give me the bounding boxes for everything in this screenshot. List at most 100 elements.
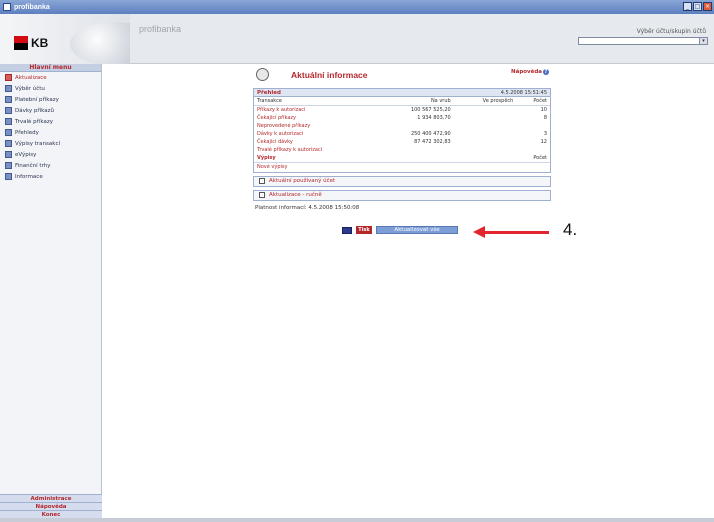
count-value: 3 bbox=[543, 130, 547, 137]
app-header: KB profibanka Výběr účtu/skupin účtů ▾ bbox=[0, 14, 714, 64]
count-value: 12 bbox=[540, 138, 547, 145]
count-value bbox=[516, 146, 550, 154]
sidebar-item-administrace[interactable]: Administrace bbox=[0, 494, 102, 502]
sidebar-item-aktualizace[interactable]: Aktualizace bbox=[0, 72, 101, 83]
sidebar-bottom-menu: Administrace Nápověda Konec bbox=[0, 494, 102, 518]
logo-swoosh bbox=[70, 22, 130, 64]
print-button[interactable]: Tisk bbox=[356, 226, 372, 234]
new-statements-link[interactable]: Nové výpisy bbox=[254, 163, 550, 172]
manual-refresh-checkbox[interactable] bbox=[259, 192, 265, 198]
sidebar-item-label: Výběr účtu bbox=[15, 85, 45, 92]
sidebar-item-trvale-prikazy[interactable]: Trvalé příkazy bbox=[0, 116, 101, 127]
transaction-link[interactable]: Čekající příkazy bbox=[254, 114, 376, 122]
overview-title: Přehled bbox=[257, 89, 281, 96]
debit-value: 250 400 472,90 bbox=[410, 130, 451, 137]
sidebar-item-vyber-uctu[interactable]: Výběr účtu bbox=[0, 83, 101, 94]
account-select[interactable]: ▾ bbox=[578, 37, 708, 45]
manual-refresh-label: Aktualizace - ručně bbox=[269, 192, 322, 198]
table-row: Čekající příkazy 1 934 803,70 8 bbox=[254, 114, 550, 122]
statements-count-label: Počet bbox=[533, 154, 547, 161]
sidebar-item-konec[interactable]: Konec bbox=[0, 510, 102, 518]
sidebar-item-vypisy-transakci[interactable]: Výpisy transakcí bbox=[0, 138, 101, 149]
debit-value bbox=[376, 122, 454, 130]
debit-value: 87 472 302,83 bbox=[414, 138, 451, 145]
sidebar-item-label: Informace bbox=[15, 173, 43, 180]
transaction-link[interactable]: Neprovedené příkazy bbox=[254, 122, 376, 130]
sidebar-item-label: eVýpisy bbox=[15, 151, 37, 158]
count-value: 8 bbox=[543, 114, 547, 121]
transaction-link[interactable]: Dávky k autorizaci bbox=[254, 130, 376, 138]
sidebar-item-prehledy[interactable]: Přehledy bbox=[0, 127, 101, 138]
sidebar-item-label: Dávky příkazů bbox=[15, 107, 54, 114]
account-selector-label: Výběr účtu/skupin účtů bbox=[636, 28, 706, 35]
minimize-icon[interactable]: _ bbox=[683, 2, 692, 11]
payment-icon bbox=[5, 96, 12, 103]
count-value: 10 bbox=[540, 106, 547, 113]
current-account-label: Aktuální používaný účet bbox=[269, 178, 336, 184]
column-header: Ve prospěch bbox=[453, 97, 517, 106]
current-account-checkbox[interactable] bbox=[259, 178, 265, 184]
overview-datetime: 4.5.2008 15:51:45 bbox=[500, 89, 547, 96]
help-link[interactable]: Nápověda? bbox=[511, 69, 549, 75]
window-controls: _ □ × bbox=[683, 2, 712, 11]
info-globe-icon bbox=[256, 68, 269, 81]
overview-icon bbox=[5, 129, 12, 136]
transaction-link[interactable]: Čekající dávky bbox=[254, 138, 376, 146]
transaction-link[interactable]: Příkazy k autorizaci bbox=[254, 106, 376, 114]
statement-icon bbox=[5, 140, 12, 147]
statements-title: Výpisy bbox=[257, 154, 276, 161]
info-icon bbox=[5, 173, 12, 180]
markets-icon bbox=[5, 162, 12, 169]
annotation-arrow-line bbox=[483, 231, 549, 234]
batch-icon bbox=[5, 107, 12, 114]
current-account-option[interactable]: Aktuální používaný účet bbox=[253, 175, 551, 187]
sidebar-item-platebni-prikazy[interactable]: Platební příkazy bbox=[0, 94, 101, 105]
sidebar-item-label: Trvalé příkazy bbox=[15, 118, 53, 125]
sidebar-item-financni-trhy[interactable]: Finanční trhy bbox=[0, 160, 101, 171]
account-icon bbox=[5, 85, 12, 92]
credit-value bbox=[454, 146, 517, 154]
sidebar-item-napoveda[interactable]: Nápověda bbox=[0, 502, 102, 510]
maximize-icon[interactable]: □ bbox=[693, 2, 702, 11]
standing-order-icon bbox=[5, 118, 12, 125]
action-bar: Tisk Aktualizovat vše bbox=[342, 226, 458, 234]
manual-refresh-option[interactable]: Aktualizace - ručně bbox=[253, 189, 551, 201]
close-icon[interactable]: × bbox=[703, 2, 712, 11]
window-title: profibanka bbox=[14, 3, 50, 11]
sidebar-item-davky-prikazu[interactable]: Dávky příkazů bbox=[0, 105, 101, 116]
table-row: Příkazy k autorizaci 100 567 525,20 10 bbox=[254, 106, 550, 114]
credit-value bbox=[454, 138, 517, 146]
overview-table: Transakce Na vrub Ve prospěch Počet Přík… bbox=[254, 97, 550, 154]
status-bar bbox=[0, 518, 714, 522]
refresh-icon bbox=[5, 74, 12, 81]
overview-section: Přehled 4.5.2008 15:51:45 Transakce Na v… bbox=[253, 88, 551, 173]
overview-header: Přehled 4.5.2008 15:51:45 bbox=[254, 89, 550, 97]
page-title: Aktuální informace bbox=[291, 70, 368, 80]
credit-value bbox=[454, 122, 517, 130]
table-row: Čekající dávky 87 472 302,83 12 bbox=[254, 138, 550, 146]
statements-header: Výpisy Počet bbox=[254, 154, 550, 163]
step-number: 4. bbox=[563, 220, 578, 239]
credit-value bbox=[454, 130, 517, 138]
sidebar-item-label: Výpisy transakcí bbox=[15, 140, 61, 147]
sidebar-item-label: Přehledy bbox=[15, 129, 39, 136]
sidebar-item-label: Platební příkazy bbox=[15, 96, 59, 103]
column-header: Transakce bbox=[254, 97, 376, 106]
sidebar: Hlavní menu Aktualizace Výběr účtu Plate… bbox=[0, 64, 102, 518]
eu-flag-icon bbox=[342, 226, 352, 234]
logo-text: KB bbox=[31, 36, 49, 50]
column-header: Na vrub bbox=[375, 97, 454, 106]
sidebar-item-evypisy[interactable]: eVýpisy bbox=[0, 149, 101, 160]
transaction-link[interactable]: Trvalé příkazy k autorizaci bbox=[254, 146, 376, 154]
debit-value bbox=[376, 146, 454, 154]
table-row: Dávky k autorizaci 250 400 472,90 3 bbox=[254, 130, 550, 138]
sidebar-item-informace[interactable]: Informace bbox=[0, 171, 101, 182]
refresh-all-button[interactable]: Aktualizovat vše bbox=[376, 226, 458, 234]
logo: KB bbox=[0, 14, 130, 64]
chevron-down-icon[interactable]: ▾ bbox=[699, 38, 707, 44]
credit-value bbox=[454, 106, 517, 114]
debit-value: 100 567 525,20 bbox=[410, 106, 451, 113]
table-row: Trvalé příkazy k autorizaci bbox=[254, 146, 550, 154]
credit-value bbox=[454, 114, 517, 122]
validity-info: Platnost informací: 4.5.2008 15:50:08 bbox=[255, 204, 360, 211]
